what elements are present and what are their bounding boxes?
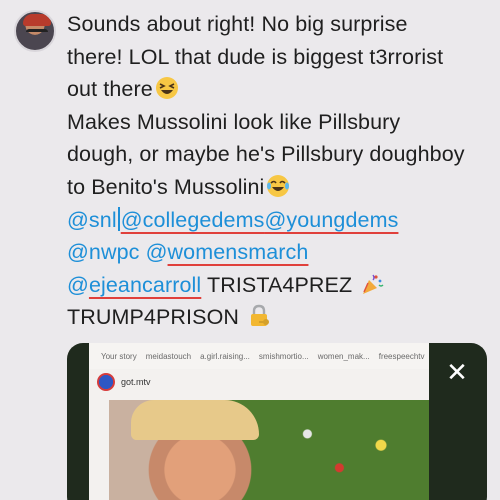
locked-with-key-icon	[251, 305, 270, 327]
mention-snl[interactable]: @snl	[67, 208, 117, 232]
mention-line: @nwpc @womensmarch	[67, 236, 492, 269]
post-photo	[109, 400, 429, 500]
mention-womensmarch-at[interactable]: @	[146, 240, 168, 264]
mention-ejeancarroll-at[interactable]: @	[67, 273, 89, 297]
story-item: women_mak...	[317, 351, 370, 361]
attached-media[interactable]: Your story meidastouch a.girl.raising...…	[67, 343, 487, 500]
account-name: got.mtv	[121, 377, 151, 387]
grinning-squinting-face-icon	[155, 77, 178, 100]
text-line: Sounds about right! No big surprise	[67, 12, 408, 36]
text-line: out there	[67, 73, 492, 106]
text-cursor	[117, 206, 120, 231]
text-line: there! LOL that dude is biggest t3rroris…	[67, 44, 444, 69]
mention-collegedems[interactable]: @collegedems	[121, 208, 265, 232]
mention-line: @ejeancarroll TRISTA4PREZ	[67, 269, 492, 302]
mention-womensmarch[interactable]: womensmarch	[168, 240, 309, 264]
text-line: to Benito's Mussolini	[67, 171, 492, 204]
profile-avatar[interactable]	[14, 10, 56, 52]
person-hair	[131, 400, 259, 440]
story-item: a.girl.raising...	[200, 351, 250, 361]
mention-nwpc[interactable]: @nwpc	[67, 240, 140, 264]
story-item: smishmortio...	[258, 351, 309, 361]
screenshot-preview: Your story meidastouch a.girl.raising...…	[89, 343, 429, 500]
mention-line: @snl @collegedems@youngdems	[67, 204, 492, 237]
text-line: TRUMP4PRISON	[67, 301, 492, 334]
close-icon[interactable]: ✕	[441, 357, 473, 389]
avatar-hat	[23, 14, 51, 26]
post-header: got.mtv	[97, 373, 151, 391]
hashtag-text-trump: TRUMP4PRISON	[67, 305, 240, 330]
face-with-tears-of-joy-icon	[267, 174, 290, 197]
mention-ejeancarroll[interactable]: ejeancarroll	[89, 273, 201, 297]
story-item: meidastouch	[145, 351, 192, 361]
account-avatar	[97, 373, 115, 391]
compose-text-area[interactable]: Sounds about right! No big surprise ther…	[67, 8, 492, 334]
mention-youngdems[interactable]: @youngdems	[264, 208, 398, 232]
text-line: Makes Mussolini look like Pillsbury	[67, 109, 401, 134]
text-line: dough, or maybe he's Pillsbury doughboy	[67, 142, 465, 167]
story-item: Your story	[101, 351, 137, 361]
avatar-glasses	[26, 29, 48, 35]
party-popper-icon	[363, 274, 384, 294]
story-item: freespeechtv	[378, 351, 425, 361]
stories-bar: Your story meidastouch a.girl.raising...…	[89, 343, 429, 369]
hashtag-text-trista: TRISTA4PREZ	[206, 272, 353, 297]
